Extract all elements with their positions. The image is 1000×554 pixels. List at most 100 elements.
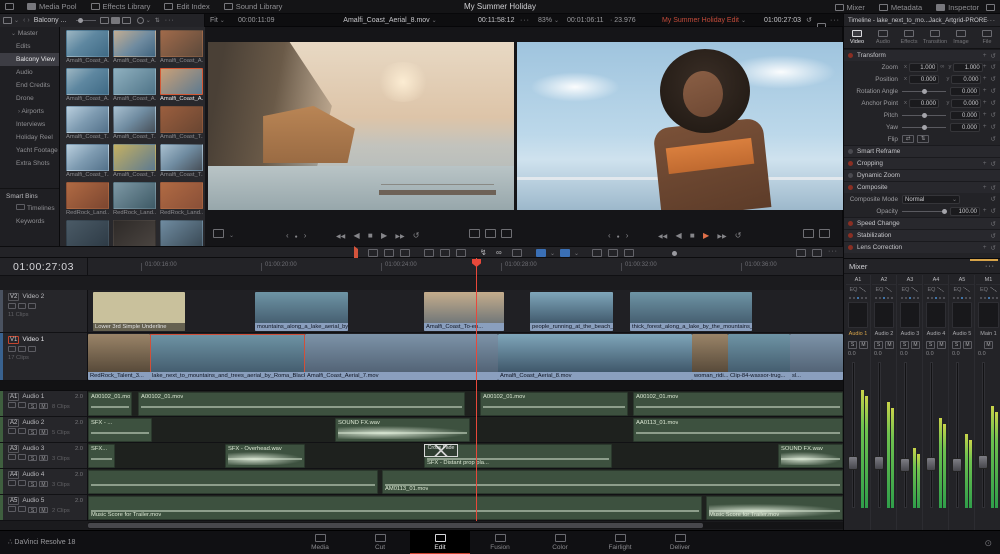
toggle-dot[interactable] (848, 185, 853, 190)
section-smart-reframe[interactable]: Smart Reframe (844, 145, 1000, 157)
zoom-full-icon[interactable] (592, 249, 602, 257)
audio-scrub-icon[interactable] (812, 249, 822, 257)
timeline-clip-video[interactable]: Clip-84-wassor-trug... (728, 334, 790, 380)
mute-button[interactable]: M (859, 340, 868, 349)
flip-vertical-button[interactable]: ⇅ (917, 135, 929, 143)
add-keyframe-icon[interactable]: + (983, 52, 987, 60)
auto-select-icon[interactable] (18, 506, 26, 512)
dynamic-trim-icon[interactable] (384, 249, 394, 257)
timeline-clip-video[interactable]: woman_ridi... (692, 334, 728, 380)
sidebar-bin-audio[interactable]: Audio (0, 66, 59, 79)
play-button[interactable]: ▶ (381, 231, 387, 240)
solo-button[interactable]: S (28, 455, 37, 462)
eq-label[interactable]: EQ (876, 287, 884, 293)
yaw-field[interactable]: 0.000 (950, 122, 980, 132)
auto-select-icon[interactable] (18, 303, 26, 309)
replace-clip-icon[interactable] (456, 249, 466, 257)
composite-mode-select[interactable]: Normal ⌄ (902, 194, 960, 204)
eq-graph[interactable] (874, 302, 894, 328)
eq-graph[interactable] (900, 302, 920, 328)
source-viewer-image[interactable] (208, 42, 514, 210)
snapping-icon[interactable] (796, 249, 806, 257)
flip-horizontal-button[interactable]: ⇄ (902, 135, 914, 143)
auto-select-icon[interactable] (18, 454, 26, 460)
razor-tool-icon[interactable] (400, 249, 410, 257)
lock-icon[interactable] (8, 428, 16, 434)
lock-icon[interactable] (8, 480, 16, 486)
add-keyframe-icon[interactable]: + (983, 184, 987, 192)
media-clip[interactable] (160, 220, 203, 247)
mute-button[interactable]: M (39, 455, 48, 462)
media-clip[interactable]: Amalfi_Coast_A... (113, 30, 156, 64)
timeline-clip-audio[interactable]: SFX... (88, 444, 115, 468)
solo-button[interactable]: S (848, 340, 857, 349)
mute-button[interactable]: M (911, 340, 920, 349)
source-zoom-select[interactable]: Fit ⌄ (210, 14, 225, 28)
custom-zoom-icon[interactable] (624, 249, 634, 257)
solo-button[interactable]: S (28, 429, 37, 436)
source-clip-name[interactable]: Amalfi_Coast_Aerial_8.mov ⌄ (320, 14, 460, 28)
trim-edit-icon[interactable] (368, 249, 378, 257)
current-bin-label[interactable]: Balcony ... (34, 17, 72, 24)
metadata-toggle[interactable]: Metadata (872, 0, 929, 14)
section-cropping[interactable]: Cropping + ↺ (844, 157, 1000, 169)
reset-icon[interactable]: ↺ (991, 220, 996, 228)
link-icon[interactable]: ∞ (940, 64, 944, 70)
track-lane-a1[interactable]: A00102_01.mov A00102_01.mov A00102_01.mo… (88, 391, 843, 417)
playhead[interactable] (476, 258, 477, 521)
chevron-down-icon[interactable]: ⌄ (550, 250, 555, 257)
anchor-x-field[interactable]: 0.000 (908, 98, 939, 108)
track-header-a2[interactable]: 2.0 A2 Audio 2 SM 5 Clips (0, 417, 88, 443)
mute-button[interactable]: M (39, 507, 48, 514)
timeline-clip-audio[interactable]: SOUND FX.wav (335, 418, 470, 442)
eq-label[interactable]: EQ (928, 287, 936, 293)
mixer-toggle[interactable]: Mixer (828, 0, 872, 14)
track-lane-a3[interactable]: SFX... SFX - Overhead.wav SFX - Distant … (88, 443, 843, 469)
timeline-clip-audio[interactable]: A00102_01.mov (88, 392, 132, 416)
source-options-icon[interactable]: ··· (520, 14, 530, 27)
auto-select-icon[interactable] (18, 428, 26, 434)
reset-icon[interactable]: ↺ (991, 123, 996, 131)
search-icon[interactable] (136, 17, 144, 24)
tab-transition[interactable]: Transition (922, 27, 948, 48)
section-lens-correction[interactable]: Lens Correction + ↺ (844, 241, 1000, 253)
timeline-clip-audio[interactable]: A00102_01.mov (138, 392, 465, 416)
mark-out-icon[interactable] (819, 229, 830, 238)
back-arrow-icon[interactable]: ‹ (23, 17, 25, 24)
zoom-detail-icon[interactable] (608, 249, 618, 257)
add-keyframe-icon[interactable]: + (983, 87, 987, 95)
track-badge[interactable]: V1 (8, 336, 20, 344)
add-keyframe-icon[interactable]: + (983, 207, 987, 215)
pan-control[interactable] (872, 294, 896, 301)
sidebar-smartbin-keywords[interactable]: Keywords (0, 215, 59, 228)
overwrite-clip-icon[interactable] (440, 249, 450, 257)
timeline-clip-audio[interactable]: AM0113_01.mov (382, 470, 843, 494)
timeline-clip-audio[interactable]: A00102_01.mov (633, 392, 843, 416)
solo-button[interactable]: S (952, 340, 961, 349)
media-clip[interactable]: Amalfi_Coast_A... (113, 68, 156, 102)
reset-icon[interactable]: ↺ (991, 87, 996, 95)
timeline-clip-audio[interactable]: SFX - ... (88, 418, 152, 442)
chevron-down-icon[interactable]: ⌄ (574, 250, 579, 257)
marker-icon[interactable] (560, 249, 570, 257)
timeline-clip-video[interactable]: people_running_at_the_beach_in_brig... (530, 292, 613, 331)
chevron-down-icon[interactable]: ⌄ (14, 17, 19, 24)
section-speed-change[interactable]: Speed Change ↺ (844, 217, 1000, 229)
reset-icon[interactable]: ↺ (991, 184, 996, 192)
thumbnail-view-icon[interactable] (110, 17, 120, 24)
track-header-a5[interactable]: 2.0 A5 Audio 5 SM 2 Clips (0, 495, 88, 521)
eq-graph[interactable] (848, 302, 868, 328)
track-badge[interactable]: A2 (8, 419, 20, 427)
media-clip[interactable]: Amalfi_Coast_A... (160, 30, 203, 64)
timeline-clip-audio[interactable]: AA0113_01.mov (633, 418, 843, 442)
solo-button[interactable]: S (28, 481, 37, 488)
media-clip[interactable]: Amalfi_Coast_T... (160, 106, 203, 140)
rotation-slider[interactable] (902, 88, 946, 94)
reset-icon[interactable]: ↺ (991, 207, 996, 215)
goto-start-button[interactable]: ◀◀ (336, 234, 345, 240)
jog-control[interactable]: ‹ ● › (283, 226, 309, 246)
zoom-y-field[interactable]: 1.000 (953, 62, 983, 72)
section-composite[interactable]: Composite + ↺ (844, 181, 1000, 193)
yaw-slider[interactable] (902, 124, 946, 130)
section-transform[interactable]: Transform + ↺ (844, 49, 1000, 61)
